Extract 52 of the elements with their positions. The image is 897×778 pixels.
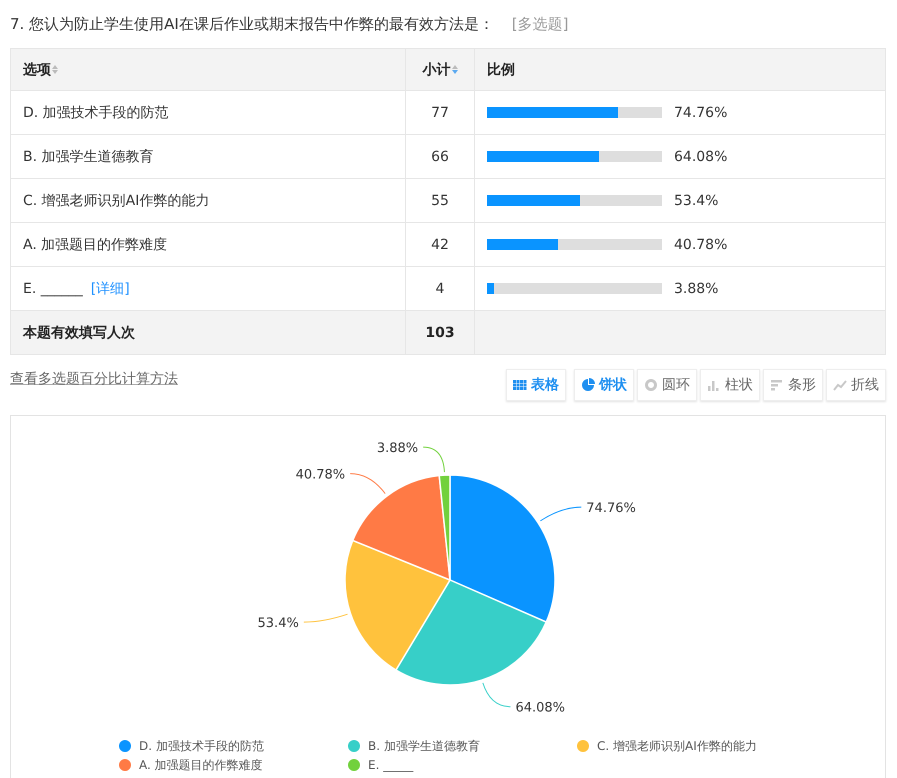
leader-line [350,473,386,494]
option-label: D. 加强技术手段的防范 [23,104,169,120]
legend-label[interactable]: D. 加强技术手段的防范 [139,738,264,754]
question-title: 7. 您认为防止学生使用AI在课后作业或期末报告中作弊的最有效方法是： [10,14,494,34]
horizontal-bars-icon [770,378,784,392]
column-header[interactable]: 选项 [23,62,51,78]
legend-label[interactable]: B. 加强学生道德教育 [368,738,480,754]
option-label: B. 加强学生道德教育 [23,148,154,164]
percent-text: 74.76% [674,104,728,121]
percent-text: 53.4% [674,192,718,209]
option-label: C. 增强老师识别AI作弊的能力 [23,192,210,208]
leader-line [303,614,348,623]
count-cell: 77 [406,90,474,134]
line-view-button[interactable]: 折线 [826,369,886,401]
data-label: 3.88% [376,441,418,456]
data-label: 40.78% [296,468,346,483]
detail-link[interactable]: [详细] [90,280,130,296]
sort-icon[interactable] [52,65,58,74]
bar-chart-icon [707,378,721,392]
total-count: 103 [406,310,474,354]
calculation-method-link[interactable]: 查看多选题百分比计算方法 [10,370,178,388]
column-header[interactable]: 小计 [422,62,450,78]
pie-chart-icon [581,378,595,392]
data-label: 74.76% [586,501,636,516]
percent-text: 64.08% [674,148,728,165]
count-cell: 66 [406,134,474,178]
ring-icon [644,378,658,392]
leader-line [540,506,582,522]
leader-line [422,446,445,473]
data-label: 53.4% [258,616,299,632]
column-view-button[interactable]: 柱状 [700,369,760,401]
line-chart-icon [833,378,847,392]
legend-label[interactable]: C. 增强老师识别AI作弊的能力 [597,738,757,754]
leader-line [482,682,511,708]
ring-view-button[interactable]: 圆环 [637,369,697,401]
legend-label[interactable]: E. _____ [368,758,414,772]
percent-text: 40.78% [674,236,728,253]
grid-icon [513,378,527,392]
option-label: E. ______ [23,280,83,296]
pie-view-button[interactable]: 饼状 [574,369,634,401]
column-header: 比例 [487,62,515,78]
data-label: 64.08% [515,700,566,716]
count-cell: 42 [406,222,474,266]
option-label: A. 加强题目的作弊难度 [23,236,168,252]
table-view-button[interactable]: 表格 [506,369,566,401]
count-cell: 55 [406,178,474,222]
sort-icon[interactable] [452,65,458,74]
question-type-tag: [多选题] [512,14,568,34]
percent-text: 3.88% [674,280,718,297]
legend-label[interactable]: A. 加强题目的作弊难度 [139,756,263,774]
bar-view-button[interactable]: 条形 [763,369,823,401]
total-label: 本题有效填写人次 [10,310,406,354]
